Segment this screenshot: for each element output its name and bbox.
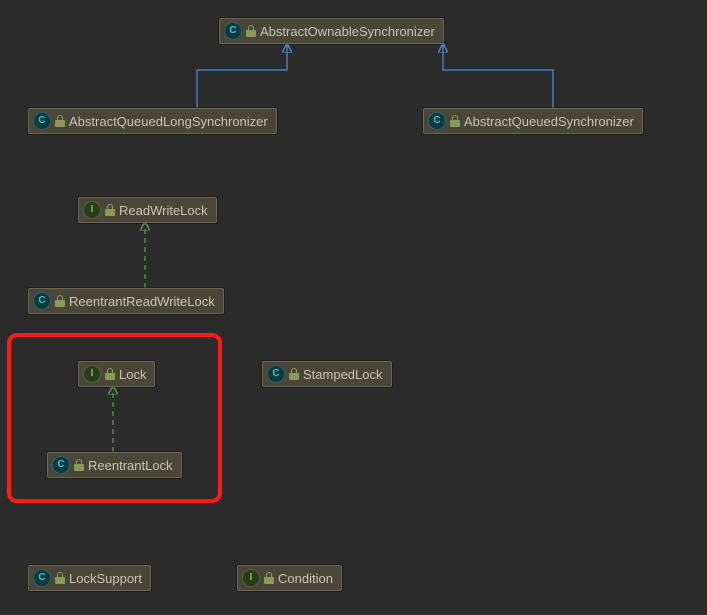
class-node-abstract-queued-synchronizer[interactable]: C AbstractQueuedSynchronizer (423, 108, 643, 134)
class-icon: C (33, 569, 51, 587)
class-icon: C (52, 456, 70, 474)
class-icon: C (33, 292, 51, 310)
class-icon: C (267, 365, 285, 383)
interface-icon: I (83, 365, 101, 383)
class-node-lock-support[interactable]: C LockSupport (28, 565, 151, 591)
node-label: ReadWriteLock (119, 203, 208, 218)
node-label: LockSupport (69, 571, 142, 586)
node-label: AbstractOwnableSynchronizer (260, 24, 435, 39)
node-label: StampedLock (303, 367, 383, 382)
node-label: ReentrantLock (88, 458, 173, 473)
interface-icon: I (83, 201, 101, 219)
lock-icon (105, 368, 115, 380)
class-node-abstract-queued-long-synchronizer[interactable]: C AbstractQueuedLongSynchronizer (28, 108, 277, 134)
class-icon: C (224, 22, 242, 40)
lock-icon (289, 368, 299, 380)
node-label: AbstractQueuedSynchronizer (464, 114, 634, 129)
class-node-abstract-ownable-synchronizer[interactable]: C AbstractOwnableSynchronizer (219, 18, 444, 44)
lock-icon (105, 204, 115, 216)
class-icon: C (428, 112, 446, 130)
node-label: ReentrantReadWriteLock (69, 294, 215, 309)
lock-icon (264, 572, 274, 584)
lock-icon (74, 459, 84, 471)
interface-icon: I (242, 569, 260, 587)
lock-icon (55, 572, 65, 584)
class-node-reentrant-read-write-lock[interactable]: C ReentrantReadWriteLock (28, 288, 224, 314)
lock-icon (55, 295, 65, 307)
interface-node-read-write-lock[interactable]: I ReadWriteLock (78, 197, 217, 223)
node-label: Lock (119, 367, 146, 382)
node-label: Condition (278, 571, 333, 586)
node-label: AbstractQueuedLongSynchronizer (69, 114, 268, 129)
interface-node-lock[interactable]: I Lock (78, 361, 155, 387)
lock-icon (450, 115, 460, 127)
interface-node-condition[interactable]: I Condition (237, 565, 342, 591)
lock-icon (246, 25, 256, 37)
class-icon: C (33, 112, 51, 130)
class-node-reentrant-lock[interactable]: C ReentrantLock (47, 452, 182, 478)
lock-icon (55, 115, 65, 127)
class-node-stamped-lock[interactable]: C StampedLock (262, 361, 392, 387)
